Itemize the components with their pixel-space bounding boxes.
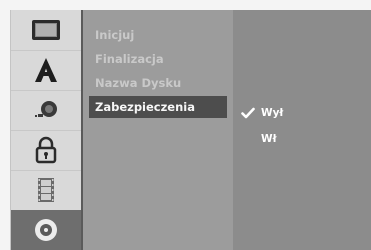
protection-options: Wył Wł xyxy=(233,10,371,250)
menu-item-disc-name[interactable]: Nazwa Dysku xyxy=(89,72,227,94)
audio-speaker-icon xyxy=(35,101,57,117)
category-language[interactable] xyxy=(11,50,81,91)
menu-item-label: Inicjuj xyxy=(95,28,135,42)
film-strip-icon xyxy=(38,178,54,202)
menu-item-protection[interactable]: Zabezpieczenia xyxy=(89,96,227,118)
menu-item-label: Nazwa Dysku xyxy=(95,76,182,90)
option-label: Wł xyxy=(261,133,277,145)
category-lock[interactable] xyxy=(11,130,81,171)
menu-item-label: Finalizacja xyxy=(95,52,164,66)
disc-icon xyxy=(35,219,57,241)
option-on[interactable]: Wł xyxy=(261,130,276,148)
letter-a-icon xyxy=(35,58,57,82)
option-off[interactable]: Wył xyxy=(241,104,283,122)
disc-settings-menu: Inicjuj Finalizacja Nazwa Dysku Zabezpie… xyxy=(83,10,233,250)
menu-item-initialize[interactable]: Inicjuj xyxy=(89,24,227,46)
dvd-setup-screen: Inicjuj Finalizacja Nazwa Dysku Zabezpie… xyxy=(0,0,371,250)
tv-screen-icon xyxy=(32,20,60,40)
menu-item-label: Zabezpieczenia xyxy=(95,100,195,114)
category-disc[interactable] xyxy=(11,210,81,250)
category-icon-bar xyxy=(10,10,84,250)
padlock-icon xyxy=(35,136,57,164)
category-display[interactable] xyxy=(11,10,81,51)
option-label: Wył xyxy=(261,107,284,119)
category-audio[interactable] xyxy=(11,90,81,131)
checkmark-icon xyxy=(241,107,255,119)
category-record[interactable] xyxy=(11,170,81,211)
menu-item-finalize[interactable]: Finalizacja xyxy=(89,48,227,70)
